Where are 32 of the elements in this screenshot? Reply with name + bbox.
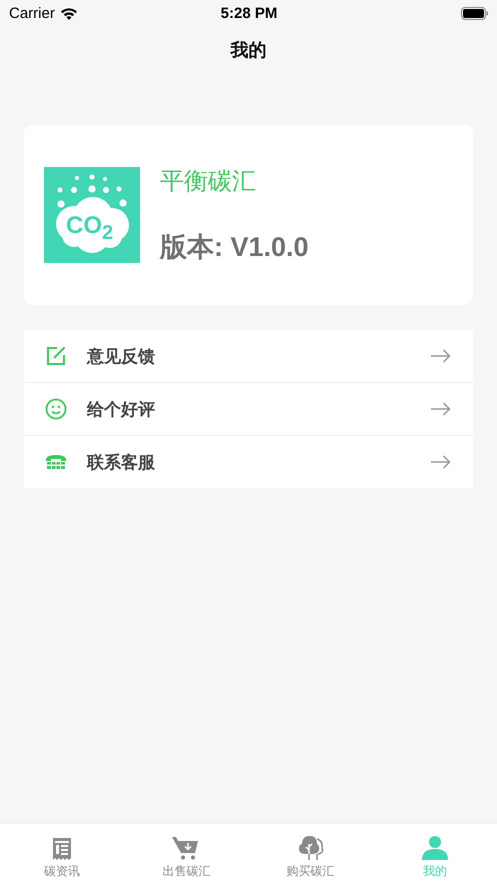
carrier-label: Carrier	[9, 4, 55, 22]
telephone-icon	[45, 453, 67, 471]
page-title: 我的	[230, 39, 266, 62]
tab-label: 碳资讯	[44, 863, 80, 880]
menu-item[interactable]: 意见反馈	[24, 330, 473, 382]
tab-label: 出售碳汇	[162, 863, 210, 880]
arrow-right-icon	[431, 402, 451, 416]
arrow-right-icon	[431, 455, 451, 469]
edit-icon	[45, 345, 67, 367]
battery-icon	[460, 6, 489, 20]
tab-label: 购买碳汇	[286, 863, 335, 880]
person-icon	[422, 836, 448, 860]
status-time: 5:28 PM	[220, 4, 278, 22]
tab-item[interactable]: 出售碳汇	[124, 824, 248, 883]
menu-item[interactable]: 联系客服	[24, 436, 473, 488]
arrow-right-icon	[431, 349, 451, 363]
wifi-icon	[60, 6, 78, 20]
tab-item[interactable]: 购买碳汇	[248, 824, 373, 883]
tab-item[interactable]: 碳资讯	[0, 824, 124, 883]
tab-item[interactable]: 我的	[372, 824, 497, 883]
newspaper-icon	[53, 838, 72, 860]
version-label: 版本: V1.0.0	[160, 231, 309, 264]
app-name: 平衡碳汇	[160, 167, 257, 197]
menu-item[interactable]: 给个好评	[24, 383, 473, 435]
menu-label: 联系客服	[87, 452, 156, 474]
tab-label: 我的	[422, 863, 447, 880]
cart-icon	[172, 836, 200, 860]
menu-label: 给个好评	[87, 398, 156, 420]
smiley-icon	[45, 398, 67, 420]
tree-icon	[296, 834, 325, 860]
menu-label: 意见反馈	[87, 346, 156, 368]
logo-text: CO$_{2}$	[66, 212, 114, 246]
